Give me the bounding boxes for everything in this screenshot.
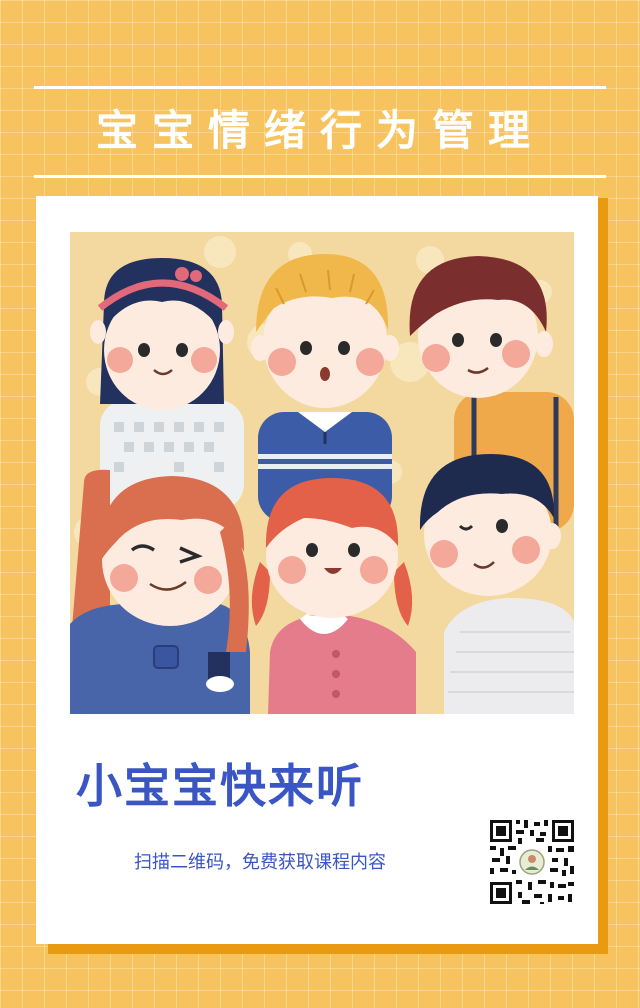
girl-headband-icon — [90, 258, 244, 510]
children-illustration — [70, 232, 574, 714]
headline: 小宝宝快来听 — [76, 759, 364, 813]
title-top-rule — [34, 86, 606, 89]
ponytail-girl-icon — [70, 469, 250, 714]
qr-code-icon[interactable] — [488, 818, 576, 906]
poster-title: 宝宝情绪行为管理 — [95, 106, 544, 155]
qr-instruction: 扫描二维码，免费获取课程内容 — [134, 852, 386, 873]
title-bottom-rule — [34, 175, 606, 178]
title-band: 宝宝情绪行为管理 — [34, 86, 606, 178]
